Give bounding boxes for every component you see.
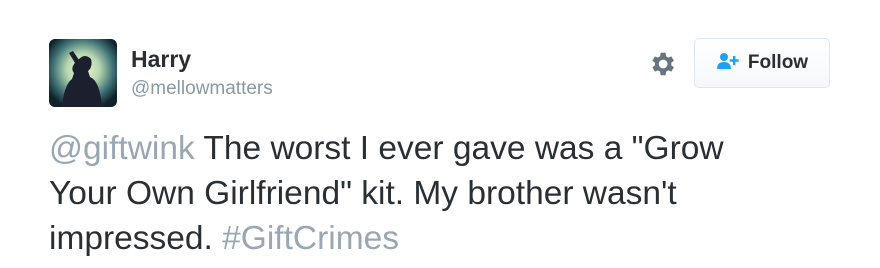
hashtag-link[interactable]: #GiftCrimes <box>222 220 399 257</box>
avatar-image <box>49 39 117 107</box>
follow-button-label: Follow <box>747 52 809 73</box>
gear-icon[interactable] <box>647 49 677 79</box>
display-name[interactable]: Harry <box>131 46 191 72</box>
avatar[interactable] <box>49 39 117 107</box>
mention-link[interactable]: @giftwink <box>49 130 195 167</box>
tweet-text-line-1: The worst I ever gave was a "Grow <box>194 130 724 167</box>
tweet-text-line-2: Your Own Girlfriend" kit. My brother was… <box>49 175 677 212</box>
tweet-text-line-3: impressed. <box>49 220 223 257</box>
user-handle[interactable]: @mellowmatters <box>131 78 273 100</box>
tweet-text: @giftwink The worst I ever gave was a "G… <box>49 126 849 261</box>
add-user-icon <box>716 52 740 75</box>
follow-button[interactable]: Follow <box>694 38 830 88</box>
